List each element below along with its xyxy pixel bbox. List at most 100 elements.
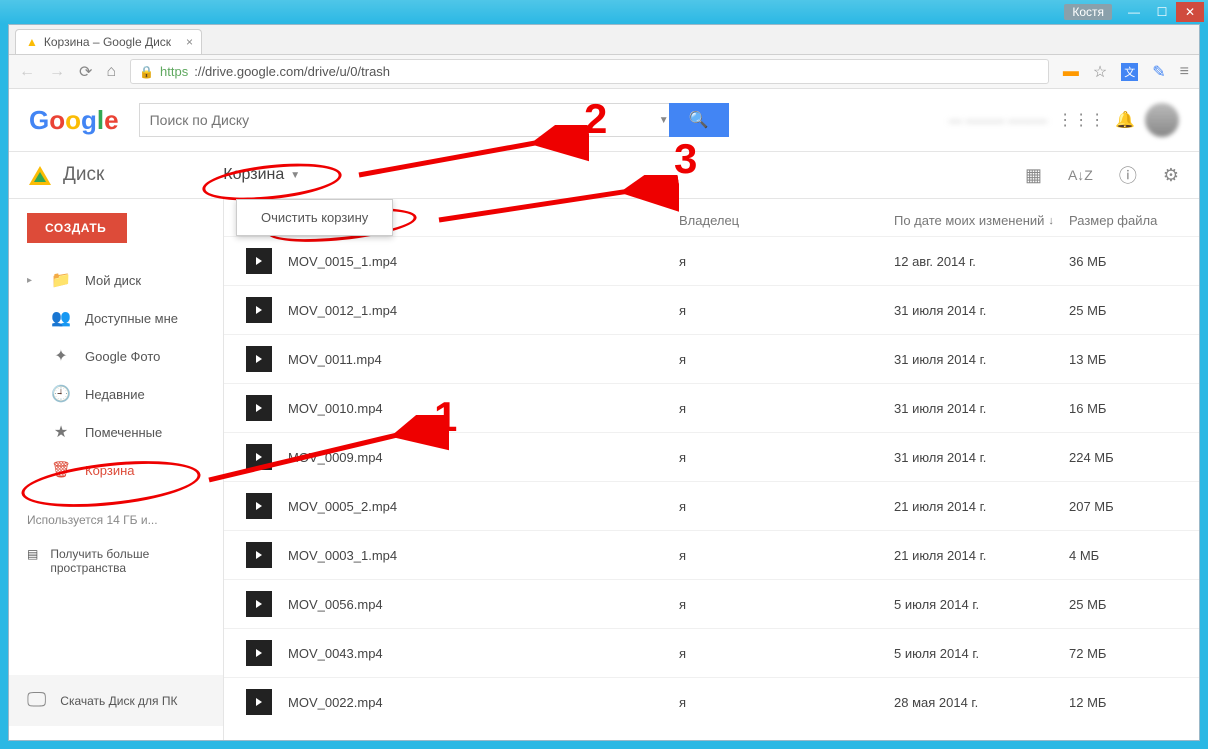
file-owner: я bbox=[679, 548, 894, 563]
url-input[interactable]: 🔒 https://drive.google.com/drive/u/0/tra… bbox=[130, 59, 1049, 84]
file-date: 31 июля 2014 г. bbox=[894, 450, 1069, 465]
video-thumb-icon bbox=[246, 248, 272, 274]
tab-bar: ▲ Корзина – Google Диск × bbox=[9, 25, 1199, 55]
translate-icon[interactable]: 文 bbox=[1121, 63, 1138, 81]
file-owner: я bbox=[679, 450, 894, 465]
download-drive[interactable]: 🖵 Скачать Диск для ПК bbox=[9, 675, 223, 726]
search-button[interactable]: 🔍 bbox=[669, 103, 729, 137]
file-size: 72 МБ bbox=[1069, 646, 1189, 661]
drive-favicon-icon: ▲ bbox=[26, 35, 38, 49]
get-more-storage[interactable]: ▤ Получить больше пространства bbox=[9, 539, 223, 583]
grid-view-icon[interactable]: ▦ bbox=[1025, 165, 1042, 186]
table-row[interactable]: MOV_0012_1.mp4я31 июля 2014 г.25 МБ bbox=[224, 285, 1199, 334]
sidebar-item-photos[interactable]: ✦Google Фото bbox=[9, 337, 223, 375]
sidebar-item-star[interactable]: ★Помеченные bbox=[9, 413, 223, 451]
file-owner: я bbox=[679, 646, 894, 661]
file-name: MOV_0015_1.mp4 bbox=[288, 254, 679, 269]
file-date: 31 июля 2014 г. bbox=[894, 401, 1069, 416]
minimize-button[interactable]: — bbox=[1120, 2, 1148, 22]
apps-icon[interactable]: ⋮⋮⋮ bbox=[1057, 110, 1105, 130]
extension2-icon[interactable]: ✎ bbox=[1152, 62, 1165, 82]
menu-icon[interactable]: ≡ bbox=[1180, 63, 1189, 81]
chevron-icon: ▸ bbox=[27, 275, 37, 286]
file-name: MOV_0010.mp4 bbox=[288, 401, 679, 416]
browser-tab[interactable]: ▲ Корзина – Google Диск × bbox=[15, 29, 202, 54]
file-owner: я bbox=[679, 401, 894, 416]
tab-close-icon[interactable]: × bbox=[186, 35, 193, 49]
notifications-icon[interactable]: 🔔 bbox=[1115, 110, 1135, 130]
download-label: Скачать Диск для ПК bbox=[60, 694, 177, 708]
google-header: Google ▼ 🔍 — ——— ——— ⋮⋮⋮ 🔔 bbox=[9, 89, 1199, 151]
sidebar-item-label: Доступные мне bbox=[85, 311, 178, 326]
video-thumb-icon bbox=[246, 297, 272, 323]
user-email: — ——— ——— bbox=[949, 113, 1047, 128]
col-size[interactable]: Размер файла bbox=[1069, 213, 1189, 228]
table-row[interactable]: MOV_0056.mp4я5 июля 2014 г.25 МБ bbox=[224, 579, 1199, 628]
sidebar-item-folder[interactable]: ▸📁Мой диск bbox=[9, 261, 223, 299]
home-icon[interactable]: ⌂ bbox=[106, 63, 116, 81]
file-owner: я bbox=[679, 695, 894, 710]
video-thumb-icon bbox=[246, 689, 272, 715]
file-name: MOV_0022.mp4 bbox=[288, 695, 679, 710]
address-bar: ← → ⟳ ⌂ 🔒 https://drive.google.com/drive… bbox=[9, 55, 1199, 89]
col-date[interactable]: По дате моих изменений↓ bbox=[894, 213, 1069, 228]
sidebar-item-clock[interactable]: 🕘Недавние bbox=[9, 375, 223, 413]
empty-trash-item[interactable]: Очистить корзину bbox=[261, 210, 368, 225]
file-name: MOV_0005_2.mp4 bbox=[288, 499, 679, 514]
file-owner: я bbox=[679, 254, 894, 269]
file-date: 5 июля 2014 г. bbox=[894, 646, 1069, 661]
table-row[interactable]: MOV_0022.mp4я28 мая 2014 г.12 МБ bbox=[224, 677, 1199, 726]
window-user: Костя bbox=[1064, 4, 1112, 20]
extension-icon[interactable]: ▬ bbox=[1063, 63, 1079, 81]
google-logo[interactable]: Google bbox=[29, 105, 119, 136]
file-name: MOV_0056.mp4 bbox=[288, 597, 679, 612]
trash-menu-popup: Очистить корзину bbox=[236, 199, 393, 236]
col-owner[interactable]: Владелец bbox=[679, 213, 894, 228]
reload-icon[interactable]: ⟳ bbox=[79, 62, 92, 82]
sidebar-item-label: Мой диск bbox=[85, 273, 141, 288]
table-row[interactable]: MOV_0043.mp4я5 июля 2014 г.72 МБ bbox=[224, 628, 1199, 677]
video-thumb-icon bbox=[246, 346, 272, 372]
file-date: 31 июля 2014 г. bbox=[894, 303, 1069, 318]
back-icon[interactable]: ← bbox=[19, 63, 35, 81]
file-size: 4 МБ bbox=[1069, 548, 1189, 563]
sidebar-item-people[interactable]: 👥Доступные мне bbox=[9, 299, 223, 337]
drive-icon bbox=[29, 166, 51, 185]
video-thumb-icon bbox=[246, 542, 272, 568]
close-button[interactable]: ✕ bbox=[1176, 2, 1204, 22]
file-size: 12 МБ bbox=[1069, 695, 1189, 710]
storage-icon: ▤ bbox=[27, 547, 38, 561]
table-row[interactable]: MOV_0003_1.mp4я21 июля 2014 г.4 МБ bbox=[224, 530, 1199, 579]
table-row[interactable]: MOV_0011.mp4я31 июля 2014 г.13 МБ bbox=[224, 334, 1199, 383]
file-owner: я bbox=[679, 597, 894, 612]
sort-icon[interactable]: A↓Z bbox=[1068, 167, 1093, 183]
file-owner: я bbox=[679, 352, 894, 367]
sidebar-item-label: Недавние bbox=[85, 387, 145, 402]
info-icon[interactable]: ⓘ bbox=[1119, 162, 1137, 188]
browser-window: ▲ Корзина – Google Диск × ← → ⟳ ⌂ 🔒 http… bbox=[8, 24, 1200, 741]
table-row[interactable]: MOV_0015_1.mp4я12 авг. 2014 г.36 МБ bbox=[224, 236, 1199, 285]
search-dropdown-icon[interactable]: ▼ bbox=[659, 115, 669, 126]
file-date: 5 июля 2014 г. bbox=[894, 597, 1069, 612]
file-size: 224 МБ bbox=[1069, 450, 1189, 465]
file-size: 36 МБ bbox=[1069, 254, 1189, 269]
file-name: MOV_0011.mp4 bbox=[288, 352, 679, 367]
photos-icon: ✦ bbox=[51, 346, 71, 366]
bookmark-icon[interactable]: ☆ bbox=[1093, 62, 1107, 82]
view-tools: ▦ A↓Z ⓘ ⚙ bbox=[1025, 162, 1179, 188]
video-thumb-icon bbox=[246, 493, 272, 519]
forward-icon[interactable]: → bbox=[49, 63, 65, 81]
video-thumb-icon bbox=[246, 591, 272, 617]
file-size: 207 МБ bbox=[1069, 499, 1189, 514]
url-scheme: https bbox=[160, 64, 188, 79]
file-size: 25 МБ bbox=[1069, 303, 1189, 318]
file-date: 21 июля 2014 г. bbox=[894, 499, 1069, 514]
window-titlebar: Костя — ☐ ✕ bbox=[0, 0, 1208, 24]
maximize-button[interactable]: ☐ bbox=[1148, 2, 1176, 22]
file-date: 28 мая 2014 г. bbox=[894, 695, 1069, 710]
avatar[interactable] bbox=[1145, 103, 1179, 137]
storage-usage: Используется 14 ГБ и... bbox=[9, 501, 223, 539]
gear-icon[interactable]: ⚙ bbox=[1163, 165, 1179, 186]
drive-logo[interactable]: Диск bbox=[29, 164, 104, 186]
create-button[interactable]: СОЗДАТЬ bbox=[27, 213, 127, 243]
